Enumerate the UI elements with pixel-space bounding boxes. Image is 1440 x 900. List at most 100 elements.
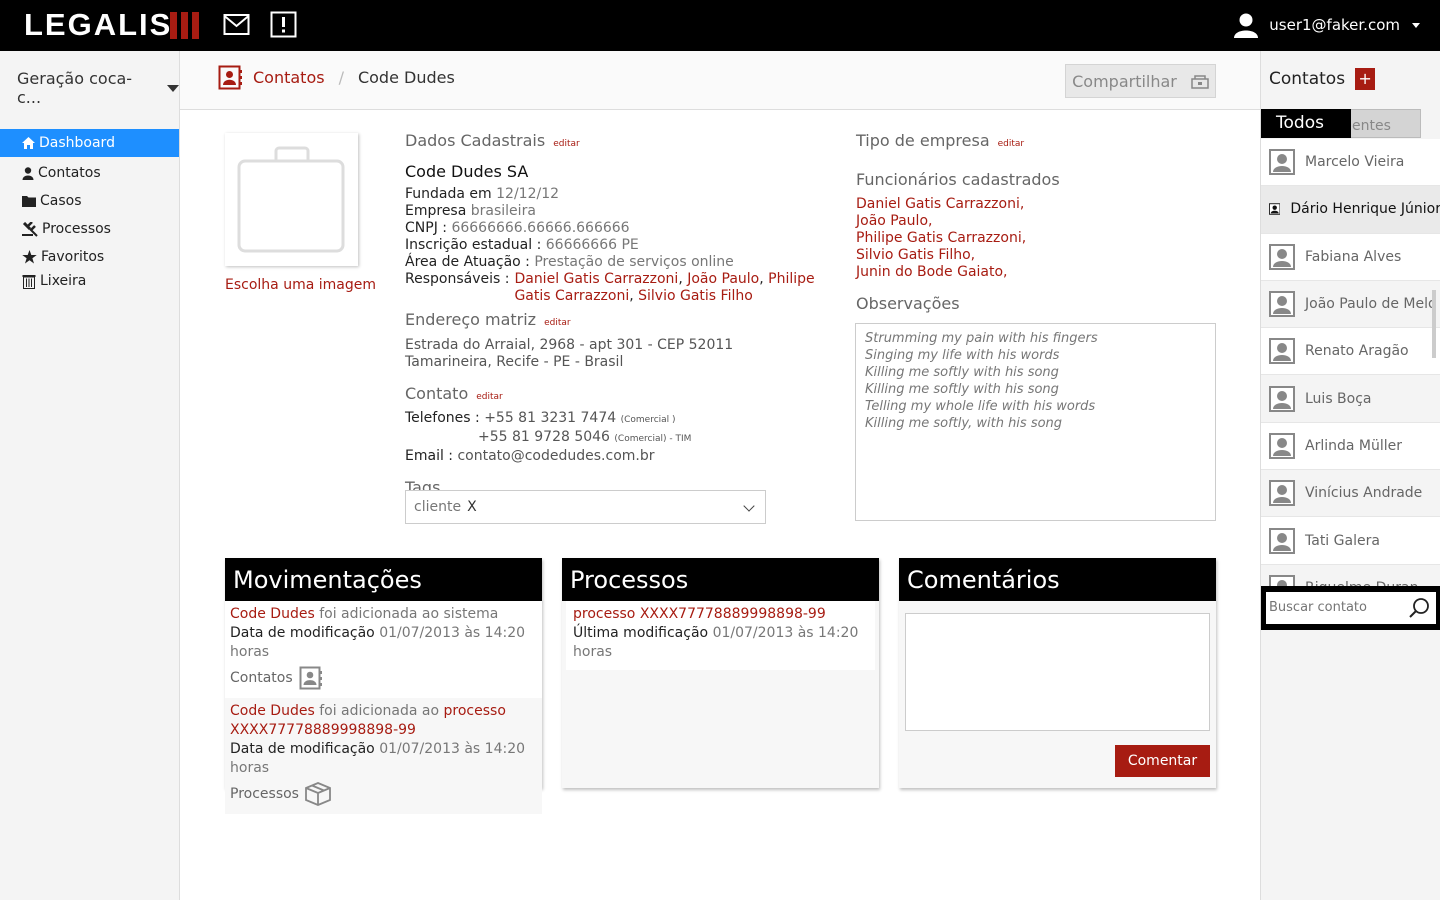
comentarios-panel: Comentários Comentar <box>899 558 1216 788</box>
activity-type-label: Contatos <box>230 669 293 686</box>
edit-endereco-link[interactable]: editar <box>544 315 571 332</box>
activity-entry: Code Dudes foi adicionada ao sistema Dat… <box>225 601 542 698</box>
nav-item-lixeira[interactable]: Lixeira <box>0 267 179 295</box>
contact-item[interactable]: Marcelo Vieira <box>1261 139 1440 187</box>
company-photo[interactable] <box>225 133 358 266</box>
tab-clientes[interactable]: entes <box>1349 109 1421 138</box>
founded-label: Fundada em <box>405 186 492 202</box>
activity-process-number-link[interactable]: XXXX77778889998898-99 <box>230 722 416 738</box>
box-icon <box>305 782 331 806</box>
contact-item[interactable]: Dário Henrique Júnior <box>1261 186 1440 234</box>
address-line1: Estrada do Arraial, 2968 - apt 301 - CEP… <box>405 337 734 353</box>
area-row: Área de Atuação : Prestação de serviços … <box>405 254 835 271</box>
comment-button[interactable]: Comentar <box>1115 745 1210 777</box>
contact-item[interactable]: Luis Boça <box>1261 375 1440 423</box>
address-line2: Tamarineira, Recife - PE - Brasil <box>405 354 624 370</box>
contacts-scrollbar[interactable] <box>1432 290 1436 358</box>
add-contact-button[interactable]: + <box>1355 68 1376 90</box>
employee-link[interactable]: João Paulo, <box>856 213 932 229</box>
nav-item-dashboard[interactable]: Dashboard <box>0 129 179 157</box>
logo[interactable]: LEGALIS <box>24 8 172 42</box>
ie-row: Inscrição estadual : 66666666 PE <box>405 237 835 254</box>
process-entry: processo XXXX77778889998898-99 Última mo… <box>566 601 875 670</box>
chevron-down-icon[interactable] <box>743 500 755 512</box>
logo-mark <box>170 12 199 39</box>
phone-1-type: (Comercial ) <box>620 415 676 425</box>
activity-type: Processos <box>230 782 537 814</box>
nav-label: Favoritos <box>41 249 105 265</box>
tag-remove-button[interactable]: X <box>467 499 477 515</box>
share-button[interactable]: Compartilhar <box>1065 64 1216 98</box>
edit-dados-link[interactable]: editar <box>553 136 580 153</box>
employee-link[interactable]: Junin do Bode Gaiato, <box>856 264 1008 280</box>
breadcrumb: Contatos / Code Dudes <box>218 65 455 90</box>
edit-tipo-link[interactable]: editar <box>998 136 1025 153</box>
phones-label: Telefones : <box>405 410 480 426</box>
note-line: Killing me softly, with his song <box>865 416 1063 431</box>
workspace-selector[interactable]: Geração coca-c... <box>17 69 179 107</box>
avatar-icon <box>1269 432 1295 459</box>
contact-name: João Paulo de Melo <box>1305 296 1437 313</box>
contact-item[interactable]: Tati Galera <box>1261 517 1440 565</box>
activity-text: foi adicionada ao <box>319 703 440 719</box>
contact-search-input[interactable] <box>1266 592 1406 622</box>
activity-type: Contatos <box>230 666 537 698</box>
user-menu[interactable]: user1@faker.com <box>1233 12 1420 38</box>
breadcrumb-separator: / <box>338 68 344 87</box>
employee-link[interactable]: Philipe Gatis Carrazzoni, <box>856 230 1026 246</box>
contact-item[interactable]: Arlinda Müller <box>1261 422 1440 471</box>
process-link[interactable]: processo XXXX77778889998898-99 <box>573 606 826 622</box>
section-title-dados: Dados Cadastrais editar <box>405 132 835 153</box>
company-name: Code Dudes SA <box>405 162 529 181</box>
contact-item[interactable]: João Paulo de Melo <box>1261 280 1440 329</box>
section-title-contato: Contato editar <box>405 385 835 406</box>
tags-select[interactable]: cliente X <box>405 490 766 524</box>
nav-item-processos[interactable]: Processos <box>0 215 179 243</box>
processos-panel: Processos processo XXXX77778889998898-99… <box>562 558 879 788</box>
observacoes-title: Observações <box>856 294 960 313</box>
nav-label: Dashboard <box>39 135 115 151</box>
phone-2-type: (Comercial) - TIM <box>614 434 692 444</box>
activity-company-link[interactable]: Code Dudes <box>230 606 315 622</box>
choose-image-link[interactable]: Escolha uma imagem <box>225 277 376 293</box>
mail-icon[interactable] <box>223 11 250 38</box>
breadcrumb-contatos-link[interactable]: Contatos <box>253 68 325 87</box>
date-label: Data de modificação <box>230 741 375 757</box>
responsavel-link[interactable]: Silvio Gatis Filho <box>638 288 753 304</box>
comment-textarea[interactable] <box>905 613 1210 731</box>
alert-icon[interactable] <box>270 11 297 38</box>
contact-name: Marcelo Vieira <box>1305 154 1405 171</box>
top-bar: LEGALIS user1@faker.com <box>0 0 1440 51</box>
contact-item[interactable]: Vinícius Andrade <box>1261 470 1440 518</box>
employee-link[interactable]: Silvio Gatis Filho, <box>856 247 975 263</box>
activity-company-link[interactable]: Code Dudes <box>230 703 315 719</box>
note-line: Strumming my pain with his fingers <box>865 331 1098 346</box>
cnpj-row: CNPJ : 66666666.66666.666666 <box>405 220 835 237</box>
breadcrumb-current: Code Dudes <box>357 68 455 87</box>
panel-title: Processos <box>562 558 879 601</box>
user-icon <box>1234 13 1259 38</box>
ie-label: Inscrição estadual : <box>405 237 542 253</box>
lock-icon <box>1191 75 1209 89</box>
avatar-icon <box>1269 527 1295 554</box>
chevron-down-icon <box>167 84 179 92</box>
responsavel-link[interactable]: João Paulo <box>687 271 759 287</box>
breadcrumb-bar: Contatos / Code Dudes Compartilhar <box>180 51 1260 110</box>
responsavel-link[interactable]: Daniel Gatis Carrazzoni <box>514 271 678 287</box>
responsaveis-row: Responsáveis : Daniel Gatis Carrazzoni, … <box>405 271 815 304</box>
contact-item[interactable]: Renato Aragão <box>1261 328 1440 376</box>
edit-contato-link[interactable]: editar <box>476 389 503 406</box>
avatar-icon <box>1269 338 1295 365</box>
empresa-row: Empresa brasileira <box>405 203 835 220</box>
search-icon[interactable] <box>1408 597 1430 619</box>
employee-link[interactable]: Daniel Gatis Carrazzoni, <box>856 196 1024 212</box>
nav-item-casos[interactable]: Casos <box>0 187 179 215</box>
contact-item[interactable]: Fabiana Alves <box>1261 233 1440 281</box>
nav-item-contatos[interactable]: Contatos <box>0 159 179 187</box>
tab-todos[interactable]: Todos <box>1261 109 1351 138</box>
trash-icon <box>22 274 36 289</box>
notes-textarea[interactable]: Strumming my pain with his fingers Singi… <box>855 323 1216 521</box>
note-line: Killing me softly with his song <box>865 382 1059 397</box>
activity-process-link[interactable]: processo <box>444 703 506 719</box>
contact-item[interactable]: Riquelme Duran <box>1261 564 1440 586</box>
